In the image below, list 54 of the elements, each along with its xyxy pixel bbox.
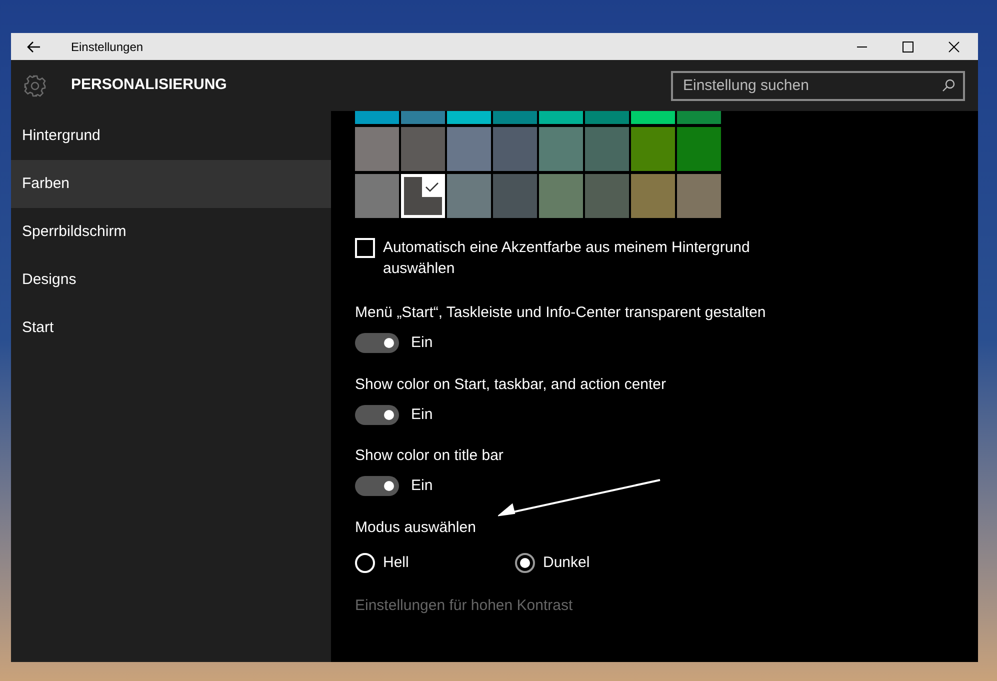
sidebar-item[interactable]: Hintergrund bbox=[11, 112, 331, 160]
color-swatch[interactable] bbox=[493, 127, 537, 171]
back-arrow-icon[interactable] bbox=[27, 40, 41, 52]
maximize-icon[interactable] bbox=[902, 40, 914, 52]
toggle-state: Ein bbox=[411, 404, 433, 424]
radio-label: Dunkel bbox=[543, 552, 590, 572]
toggle-switch[interactable] bbox=[355, 404, 399, 425]
checkbox[interactable] bbox=[355, 238, 375, 258]
color-swatch[interactable] bbox=[355, 174, 399, 218]
checkmark-icon bbox=[422, 177, 442, 197]
section-heading: Modus auswählen bbox=[355, 518, 477, 538]
color-swatch[interactable] bbox=[447, 111, 491, 124]
radio-label: Hell bbox=[383, 552, 409, 572]
toggle-state: Ein bbox=[411, 476, 433, 496]
color-swatch[interactable] bbox=[631, 127, 675, 171]
color-swatch[interactable] bbox=[401, 111, 445, 124]
color-swatch[interactable] bbox=[677, 111, 721, 124]
color-swatch[interactable] bbox=[401, 127, 445, 171]
sidebar-item[interactable]: Sperrbildschirm bbox=[11, 208, 331, 256]
toggle-state: Ein bbox=[411, 333, 433, 353]
close-icon[interactable] bbox=[948, 40, 960, 52]
toggle-switch[interactable] bbox=[355, 333, 399, 354]
color-swatch[interactable] bbox=[493, 111, 537, 124]
color-swatch[interactable] bbox=[677, 174, 721, 218]
window-title: Einstellungen bbox=[71, 38, 144, 56]
color-swatch[interactable] bbox=[493, 174, 537, 218]
sidebar-item[interactable]: Designs bbox=[11, 256, 331, 304]
color-swatch[interactable] bbox=[631, 111, 675, 124]
high-contrast-link[interactable]: Einstellungen für hohen Kontrast bbox=[355, 595, 978, 618]
color-swatch[interactable] bbox=[585, 111, 629, 124]
page-title: PERSONALISIERUNG bbox=[71, 75, 228, 96]
search-field[interactable]: Einstellung suchen bbox=[671, 70, 965, 100]
settings-icon bbox=[23, 74, 47, 98]
color-swatch[interactable] bbox=[539, 111, 583, 124]
search-icon[interactable] bbox=[942, 78, 955, 92]
color-swatch[interactable] bbox=[355, 127, 399, 171]
checkbox-label: Automatisch eine Akzentfarbe aus meinem Hintergrund auswählen bbox=[383, 238, 751, 279]
color-swatch[interactable] bbox=[631, 174, 675, 218]
setting-label: Show color on Start, taskbar, and action center bbox=[355, 374, 668, 394]
color-swatch[interactable] bbox=[677, 127, 721, 171]
setting-label: Menü „Start“, Taskleiste und Info-Center transparent gestalten bbox=[355, 303, 767, 323]
color-swatch[interactable] bbox=[539, 174, 583, 218]
sidebar-item[interactable]: Farben bbox=[11, 160, 331, 208]
color-swatch[interactable] bbox=[585, 174, 629, 218]
color-swatch[interactable] bbox=[447, 174, 491, 218]
color-swatch[interactable] bbox=[355, 111, 399, 124]
toggle-switch[interactable] bbox=[355, 476, 399, 496]
sidebar-item[interactable]: Start bbox=[11, 304, 331, 352]
color-swatch[interactable] bbox=[401, 174, 445, 218]
color-swatch[interactable] bbox=[447, 127, 491, 171]
color-swatch[interactable] bbox=[539, 127, 583, 171]
color-swatch[interactable] bbox=[585, 127, 629, 171]
setting-label: Show color on title bar bbox=[355, 446, 504, 466]
radio-button[interactable] bbox=[515, 552, 535, 573]
